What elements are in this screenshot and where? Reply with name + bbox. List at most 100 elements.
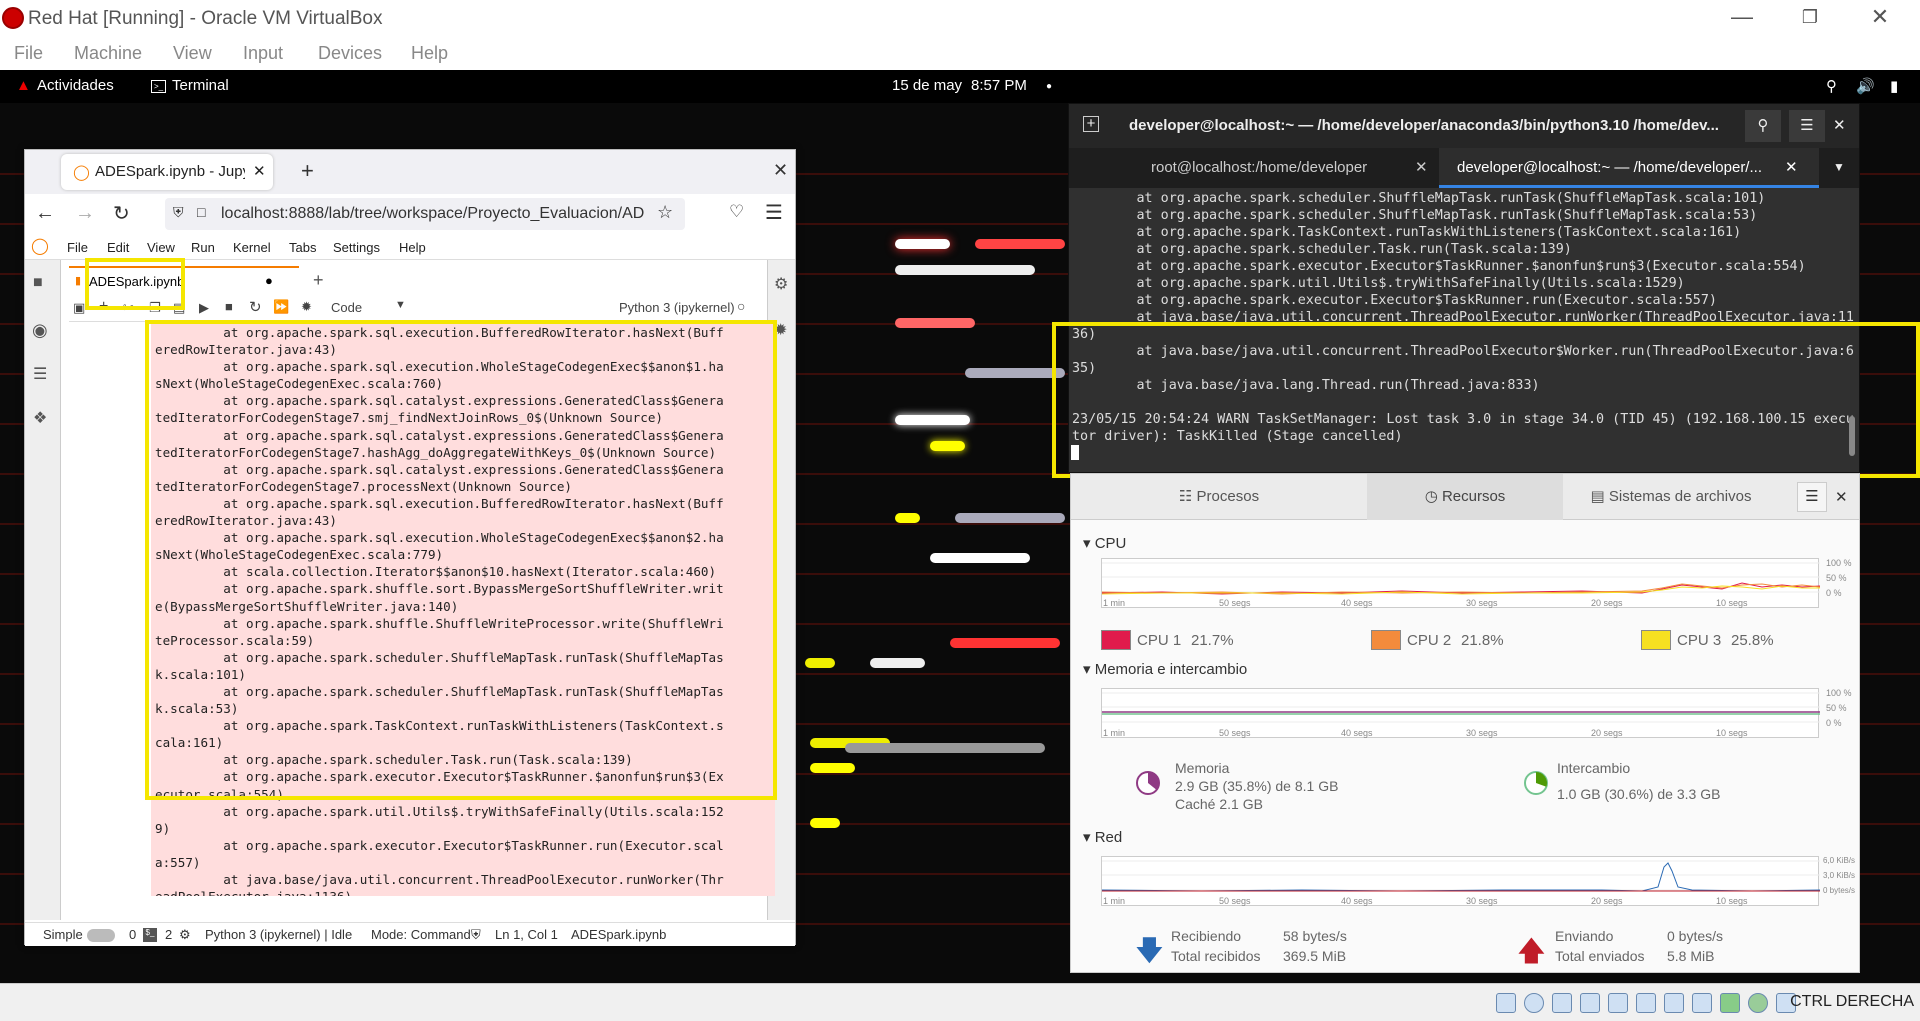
terminal-menu-icon[interactable]: ☰ — [1789, 110, 1825, 142]
new-tab-icon[interactable]: + — [1083, 116, 1099, 132]
kernels-count[interactable]: 2 — [165, 927, 172, 942]
cpu-activity-icon[interactable] — [1720, 993, 1740, 1013]
tab-close-icon[interactable]: ✕ — [1785, 148, 1798, 188]
network-icon[interactable]: ⚲ — [1826, 77, 1837, 95]
terminal-app-menu[interactable]: Terminal — [172, 77, 229, 94]
jmenu-edit[interactable]: Edit — [107, 240, 129, 255]
terminals-count[interactable]: 0 — [129, 927, 136, 942]
recording-icon[interactable] — [1692, 993, 1712, 1013]
audio-icon[interactable] — [1552, 993, 1572, 1013]
debug-icon[interactable]: ✹ — [301, 299, 312, 315]
menu-input[interactable]: Input — [243, 43, 283, 64]
new-tab-icon[interactable]: + — [301, 158, 314, 184]
cpu1-color-swatch[interactable] — [1101, 630, 1131, 650]
restore-icon[interactable]: ❐ — [1790, 7, 1830, 28]
menu-help[interactable]: Help — [411, 43, 448, 64]
tab-recursos-label: Recursos — [1441, 488, 1506, 505]
kernel-name[interactable]: Python 3 (ipykernel) — [619, 300, 735, 315]
memory-graph — [1101, 688, 1820, 738]
url-bar[interactable]: ⛨ □ localhost:8888/lab/tree/workspace/Pr… — [165, 198, 685, 230]
running-icon[interactable]: ◉ — [32, 320, 48, 341]
hdd-icon[interactable] — [1496, 993, 1516, 1013]
kernel-status-text[interactable]: Python 3 (ipykernel) | Idle — [205, 927, 352, 942]
tab-recursos[interactable]: ◷ Recursos — [1367, 474, 1563, 520]
simple-mode-toggle[interactable] — [87, 929, 115, 942]
cpu-section-header[interactable]: ▾ CPU — [1083, 534, 1126, 552]
jmenu-kernel[interactable]: Kernel — [233, 240, 271, 255]
chevron-down-icon[interactable]: ▼ — [395, 299, 406, 311]
cpu3-value: 25.8% — [1731, 632, 1774, 649]
memory-graph-svg — [1102, 692, 1820, 723]
back-icon[interactable]: ← — [35, 202, 55, 225]
jupyterlab: ◯ File Edit View Run Kernel Tabs Setting… — [25, 234, 795, 946]
run-icon[interactable]: ▶ — [199, 300, 209, 316]
menu-view[interactable]: View — [173, 43, 212, 64]
hamburger-menu-icon[interactable]: ☰ — [765, 200, 783, 225]
display-icon[interactable] — [1664, 993, 1684, 1013]
send-total: 5.8 MiB — [1667, 948, 1715, 964]
terminal-close-icon[interactable]: ✕ — [1833, 116, 1846, 134]
window-close-icon[interactable]: ✕ — [773, 160, 788, 181]
tab-sistemas-label: Sistemas de archivos — [1608, 488, 1752, 505]
x-tick: 40 segs — [1341, 598, 1373, 608]
jmenu-view[interactable]: View — [147, 240, 175, 255]
tab-close-icon[interactable]: ✕ — [1415, 148, 1428, 188]
cursor-position[interactable]: Ln 1, Col 1 — [495, 927, 558, 942]
date-label[interactable]: 15 de may — [892, 77, 962, 94]
jmenu-run[interactable]: Run — [191, 240, 215, 255]
extensions-icon[interactable]: ❖ — [33, 408, 47, 428]
add-tab-icon[interactable]: + — [313, 270, 324, 291]
cpu3-color-swatch[interactable] — [1641, 630, 1671, 650]
forward-icon[interactable]: → — [75, 202, 95, 225]
sysmon-close-icon[interactable]: ✕ — [1835, 488, 1848, 506]
jmenu-settings[interactable]: Settings — [333, 240, 380, 255]
jmenu-file[interactable]: File — [67, 240, 88, 255]
jmenu-help[interactable]: Help — [399, 240, 426, 255]
vbox-statusbar: CTRL DERECHA — [0, 983, 1920, 1021]
jupyter-favicon-icon: ◯ — [73, 164, 90, 181]
stop-icon[interactable]: ■ — [225, 299, 233, 314]
close-icon[interactable]: ✕ — [1860, 4, 1900, 30]
bookmark-star-icon[interactable]: ☆ — [657, 202, 673, 223]
menu-machine[interactable]: Machine — [74, 43, 142, 64]
folder-icon[interactable]: ■ — [33, 274, 43, 292]
optical-drive-icon[interactable] — [1524, 993, 1544, 1013]
highlight-box-tab — [85, 258, 185, 310]
save-icon[interactable]: ▣ — [73, 300, 85, 316]
activities-button[interactable]: Actividades — [37, 77, 114, 94]
shared-folders-icon[interactable] — [1636, 993, 1656, 1013]
network-section-header[interactable]: ▾ Red — [1083, 828, 1122, 846]
x-tick: 1 min — [1103, 728, 1126, 738]
tab-close-icon[interactable]: ✕ — [253, 162, 266, 180]
volume-icon[interactable]: 🔊 — [1856, 77, 1875, 95]
tab-sistemas-archivos[interactable]: ▤ Sistemas de archivos — [1563, 474, 1779, 520]
jmenu-tabs[interactable]: Tabs — [289, 240, 316, 255]
cell-type-select[interactable]: Code — [331, 300, 362, 315]
tab-procesos[interactable]: ☷ Procesos — [1071, 474, 1367, 520]
minimize-icon[interactable]: — — [1722, 4, 1762, 30]
restart-icon[interactable]: ↻ — [249, 298, 262, 316]
tabs-dropdown-icon[interactable]: ▼ — [1833, 160, 1845, 174]
usb-icon[interactable] — [1608, 993, 1628, 1013]
sysmon-menu-icon[interactable]: ☰ — [1797, 482, 1827, 512]
search-icon[interactable]: ⚲ — [1745, 110, 1781, 142]
property-inspector-icon[interactable]: ⚙ — [774, 274, 788, 294]
menu-devices[interactable]: Devices — [318, 43, 382, 64]
terminal-tab-developer[interactable]: developer@localhost:~ — /home/developer/… — [1439, 148, 1819, 188]
pocket-icon[interactable]: ♡ — [729, 202, 744, 222]
cpu2-color-swatch[interactable] — [1371, 630, 1401, 650]
memory-section-header[interactable]: ▾ Memoria e intercambio — [1083, 660, 1247, 678]
menu-file[interactable]: File — [14, 43, 43, 64]
terminal-tab-root[interactable]: root@localhost:/home/developer ✕ — [1069, 148, 1439, 188]
reload-icon[interactable]: ↻ — [113, 201, 130, 226]
browser-tab-jupyter[interactable]: ◯ ADESpark.ipynb - Jupyter ✕ — [61, 154, 273, 190]
toc-icon[interactable]: ☰ — [33, 364, 47, 384]
cpu2-value: 21.8% — [1461, 632, 1504, 649]
page-info-icon[interactable]: □ — [197, 204, 205, 220]
network-adapter-icon[interactable] — [1580, 993, 1600, 1013]
time-label[interactable]: 8:57 PM — [971, 77, 1027, 94]
battery-icon[interactable]: ▮ — [1890, 77, 1898, 95]
run-all-icon[interactable]: ⏩ — [273, 299, 289, 315]
unsaved-dot-icon[interactable]: ● — [265, 273, 273, 288]
guest-additions-icon[interactable] — [1748, 993, 1768, 1013]
